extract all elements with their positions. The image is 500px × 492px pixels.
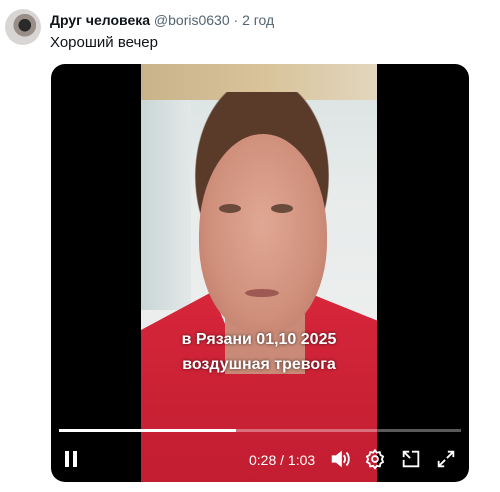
avatar[interactable]: [5, 9, 41, 45]
video-frame[interactable]: [141, 64, 377, 482]
author-name[interactable]: Друг человека: [50, 12, 150, 28]
progress-bar[interactable]: [59, 429, 461, 432]
person-mouth: [245, 289, 279, 297]
person-face: [199, 134, 327, 334]
author-handle[interactable]: @boris0630: [154, 12, 230, 28]
post-header: Друг человека @boris0630 · 2 год: [50, 12, 274, 28]
progress-fill: [59, 429, 236, 432]
separator: ·: [233, 12, 239, 28]
fullscreen-icon[interactable]: [435, 448, 457, 470]
person-eye-right: [271, 204, 293, 213]
video-player[interactable]: в Рязани 01,10 2025 воздушная тревога 0:…: [51, 64, 469, 482]
current-time: 0:28: [249, 452, 277, 468]
video-caption-line2: воздушная тревога: [182, 356, 336, 373]
duration: 1:03: [287, 452, 316, 468]
settings-icon[interactable]: [364, 448, 386, 470]
video-caption-line1: в Рязани 01,10 2025: [181, 331, 337, 348]
timecode: 0:28 / 1:03: [249, 452, 315, 468]
pause-icon[interactable]: [63, 451, 79, 467]
pip-icon[interactable]: [400, 448, 422, 470]
video-controls: 0:28 / 1:03: [51, 444, 469, 474]
volume-icon[interactable]: [329, 448, 351, 470]
post-text: Хороший вечер: [50, 34, 158, 51]
time-separator: /: [280, 452, 285, 468]
post-time[interactable]: 2 год: [242, 12, 274, 28]
person-eye-left: [219, 204, 241, 213]
